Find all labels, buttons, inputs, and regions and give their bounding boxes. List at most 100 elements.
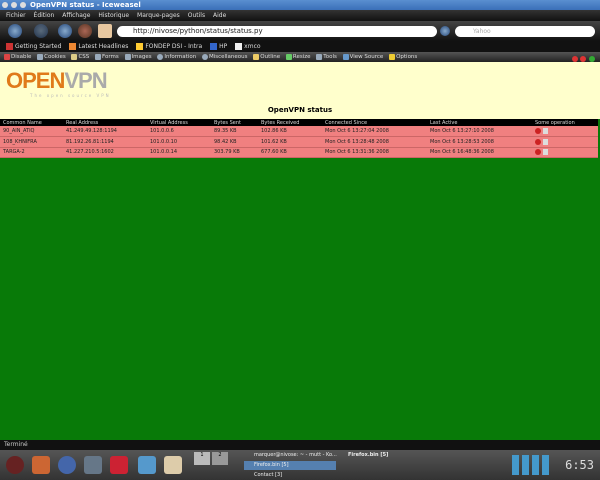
bookmark-getting-started[interactable]: Getting Started (6, 43, 61, 50)
home-icon[interactable] (98, 24, 112, 38)
desktop-1[interactable]: 1 (194, 452, 210, 465)
col-some-operation: Some operation (532, 119, 598, 126)
bookmark-hp[interactable]: HP (210, 43, 227, 50)
edit-icon[interactable] (543, 127, 548, 134)
wd-images[interactable]: Images (124, 53, 152, 60)
menu-affichage[interactable]: Affichage (62, 12, 90, 19)
task-firefox-active[interactable]: Firefox.bin [5] (244, 461, 336, 470)
menu-historique[interactable]: Historique (98, 12, 129, 19)
cell-bytes-sent: 303.79 KB (211, 147, 258, 158)
cell-operations (532, 136, 598, 148)
task-mutt[interactable]: marquer@nivose: ~ - mutt - Ko... (244, 451, 337, 460)
system-tray-icons[interactable] (512, 455, 552, 475)
wd-view-source[interactable]: View Source (342, 53, 383, 60)
status-table: Common Name Real Address Virtual Address… (0, 119, 598, 158)
cell-bytes-sent: 89.35 KB (211, 126, 258, 137)
menu-bar: Fichier Édition Affichage Historique Mar… (0, 10, 600, 21)
web-developer-toolbar: Disable Cookies CSS Forms Images Informa… (0, 52, 600, 62)
kmenu-icon[interactable] (6, 456, 24, 474)
cell-bytes-received: 677.60 KB (258, 147, 322, 158)
back-icon[interactable] (8, 24, 22, 38)
window-menu-icon[interactable] (2, 2, 8, 8)
cell-common-name: TARGA-2 (0, 147, 63, 158)
bookmark-xmco[interactable]: xmco (235, 43, 261, 50)
wd-css[interactable]: CSS (71, 53, 89, 60)
table-row: 90_AIN_ATIQ 41.249.49.128:1194 101.0.0.6… (0, 126, 598, 137)
cell-last-active: Mon Oct 6 13:28:53 2008 (427, 136, 532, 148)
cell-common-name: 90_AIN_ATIQ (0, 126, 63, 137)
reload-icon[interactable] (58, 24, 72, 38)
go-icon[interactable] (440, 26, 450, 36)
task-contact[interactable]: Contact [3] (244, 471, 282, 480)
menu-fichier[interactable]: Fichier (6, 12, 26, 19)
cell-last-active: Mon Oct 6 13:27:10 2008 (427, 126, 532, 137)
wd-information[interactable]: Information (157, 53, 196, 60)
browser-icon[interactable] (58, 456, 76, 474)
app-icon[interactable] (110, 456, 128, 474)
kill-icon[interactable] (535, 138, 541, 145)
col-connected-since: Connected Since (322, 119, 427, 126)
kill-icon[interactable] (535, 127, 541, 134)
page-header: OPENVPN The open source VPN OpenVPN stat… (0, 62, 600, 119)
cell-connected-since: Mon Oct 6 13:31:36 2008 (322, 147, 427, 158)
cell-virtual-address: 101.0.0.10 (147, 136, 211, 148)
col-common-name: Common Name (0, 119, 63, 126)
url-input[interactable]: http://nivose/python/status/status.py (117, 26, 437, 37)
wd-disable[interactable]: Disable (4, 53, 31, 60)
taskbar: 1 2 marquer@nivose: ~ - mutt - Ko... Fir… (0, 450, 600, 480)
bookmark-fondep[interactable]: FONDEP DSI - Intra (136, 43, 202, 50)
home-folder-icon[interactable] (32, 456, 50, 474)
terminal-icon[interactable] (84, 456, 102, 474)
clock: 6:53 (565, 458, 594, 472)
cell-common-name: 108_KHNIFRA (0, 136, 63, 148)
cell-connected-since: Mon Oct 6 13:27:04 2008 (322, 126, 427, 137)
wd-outline[interactable]: Outline (253, 53, 280, 60)
maximize-icon[interactable] (20, 2, 26, 8)
col-last-active: Last Active (427, 119, 532, 126)
title-bar: OpenVPN status - Iceweasel (0, 0, 600, 10)
editor-icon[interactable] (164, 456, 182, 474)
page-title: OpenVPN status (267, 106, 333, 114)
wd-resize[interactable]: Resize (285, 53, 311, 60)
edit-icon[interactable] (543, 149, 548, 155)
wd-cookies[interactable]: Cookies (37, 53, 66, 60)
cell-last-active: Mon Oct 6 16:48:36 2008 (427, 147, 532, 158)
col-virtual-address: Virtual Address (147, 119, 211, 126)
logo-tagline: The open source VPN (30, 93, 111, 98)
wd-tools[interactable]: Tools (316, 53, 337, 60)
cell-operations (532, 126, 598, 137)
openvpn-logo: OPENVPN (6, 68, 108, 93)
cell-connected-since: Mon Oct 6 13:28:48 2008 (322, 136, 427, 148)
cell-real-address: 41.227.210.5:1602 (63, 147, 147, 158)
menu-marque-pages[interactable]: Marque-pages (137, 12, 180, 19)
search-input[interactable]: Yahoo (455, 26, 595, 37)
table-header: Common Name Real Address Virtual Address… (0, 119, 598, 126)
minimize-icon[interactable] (11, 2, 17, 8)
cell-virtual-address: 101.0.0.14 (147, 147, 211, 158)
kill-icon[interactable] (535, 149, 541, 155)
task-firefox[interactable]: Firefox.bin [5] (338, 451, 388, 460)
wd-miscellaneous[interactable]: Miscellaneous (201, 53, 248, 60)
table-row: 108_KHNIFRA 81.192.26.81:1194 101.0.0.10… (0, 136, 598, 148)
status-bar: Terminé (0, 440, 600, 450)
col-bytes-sent: Bytes Sent (211, 119, 258, 126)
edit-icon[interactable] (543, 138, 548, 145)
cell-real-address: 81.192.26.81:1194 (63, 136, 147, 148)
menu-edition[interactable]: Édition (34, 12, 55, 19)
wd-options[interactable]: Options (389, 53, 417, 60)
forward-icon[interactable] (34, 24, 48, 38)
wd-forms[interactable]: Forms (95, 53, 119, 60)
table-row: TARGA-2 41.227.210.5:1602 101.0.0.14 303… (0, 147, 598, 158)
cell-bytes-sent: 98.42 KB (211, 136, 258, 148)
menu-aide[interactable]: Aide (213, 12, 226, 19)
cell-operations (532, 147, 598, 158)
col-real-address: Real Address (63, 119, 147, 126)
bookmarks-toolbar: Getting Started Latest Headlines FONDEP … (0, 41, 600, 52)
stop-icon[interactable] (78, 24, 92, 38)
menu-outils[interactable]: Outils (188, 12, 205, 19)
bookmark-latest-headlines[interactable]: Latest Headlines (69, 43, 128, 50)
mail-icon[interactable] (138, 456, 156, 474)
window-title: OpenVPN status - Iceweasel (30, 1, 141, 9)
col-bytes-received: Bytes Received (258, 119, 322, 126)
desktop-2[interactable]: 2 (212, 452, 228, 465)
